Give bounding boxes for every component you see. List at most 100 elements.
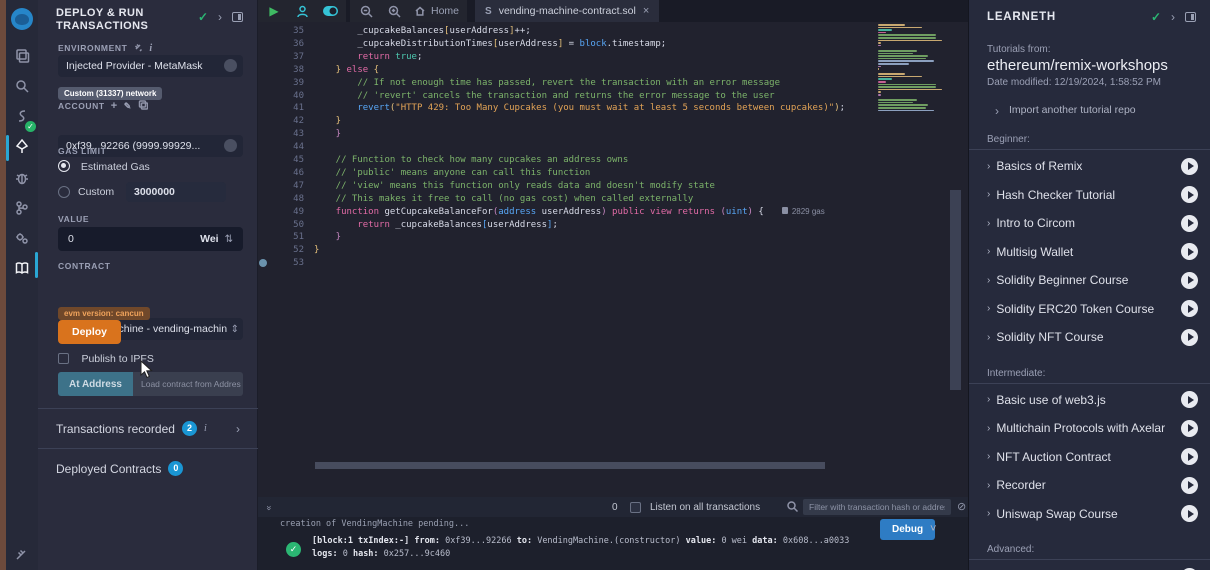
tutorial-item[interactable]: ›Solidity Beginner Course	[969, 266, 1210, 295]
copy-account-icon[interactable]	[138, 100, 148, 112]
custom-gas-radio[interactable]	[58, 186, 70, 198]
rail-plug-bottom[interactable]	[6, 542, 38, 570]
play-tutorial-icon[interactable]	[1181, 420, 1198, 437]
code-line[interactable]: }	[314, 129, 341, 139]
learneth-collapse-icon[interactable]: ›	[1171, 10, 1175, 24]
zoom-in-icon[interactable]	[386, 3, 402, 19]
line-number[interactable]: 43	[258, 129, 304, 139]
environment-select[interactable]: Injected Provider - MetaMask	[58, 55, 243, 77]
deploy-button[interactable]: Deploy	[58, 320, 121, 344]
tab-vending-machine-contract[interactable]: S vending-machine-contract.sol ×	[475, 0, 659, 22]
tutorial-item[interactable]: ›Hash Checker Tutorial	[969, 181, 1210, 210]
transactions-info-icon[interactable]: i	[204, 423, 207, 434]
panel-collapse-icon[interactable]: ›	[218, 10, 222, 24]
publish-ipfs-checkbox[interactable]	[58, 353, 69, 364]
line-number[interactable]: 46	[258, 168, 304, 178]
play-tutorial-icon[interactable]	[1181, 300, 1198, 317]
transactions-recorded-row[interactable]: Transactions recorded 2 i ›	[38, 408, 258, 448]
chevron-right-icon[interactable]: ›	[987, 218, 990, 229]
run-script-icon[interactable]: ▶	[266, 3, 282, 19]
chevron-right-icon[interactable]: ›	[987, 332, 990, 343]
line-number[interactable]: 40	[258, 91, 304, 101]
estimated-gas-radio[interactable]	[58, 160, 70, 172]
chevron-right-icon[interactable]: ›	[987, 189, 990, 200]
tutorial-item[interactable]: ›Basics of Remix	[969, 152, 1210, 181]
code-line[interactable]: }	[314, 232, 341, 242]
chevron-right-icon[interactable]: ›	[987, 508, 990, 519]
zoom-out-icon[interactable]	[358, 3, 374, 19]
play-tutorial-icon[interactable]	[1181, 215, 1198, 232]
play-tutorial-icon[interactable]	[1181, 448, 1198, 465]
sidebar-item-plugin-manager[interactable]	[6, 226, 38, 254]
code-line[interactable]: } else {	[314, 65, 379, 75]
line-number[interactable]: 39	[258, 78, 304, 88]
remix-logo-icon[interactable]	[11, 8, 33, 30]
tutorial-item[interactable]: ›Solidity NFT Course	[969, 323, 1210, 352]
chevron-right-icon[interactable]: ›	[987, 451, 990, 462]
sidebar-item-search[interactable]	[6, 74, 38, 102]
line-number[interactable]: 44	[258, 142, 304, 152]
code-line[interactable]: // 'revert' cancels the transaction and …	[314, 91, 775, 101]
chevron-right-icon[interactable]: ›	[987, 394, 990, 405]
tutorial-item[interactable]: ›All about Proxy Contracts	[969, 562, 1210, 570]
custom-gas-input[interactable]: 3000000	[126, 182, 226, 202]
tutorial-item[interactable]: ›NFT Auction Contract	[969, 443, 1210, 472]
minimap[interactable]	[878, 24, 946, 122]
line-number[interactable]: 42	[258, 116, 304, 126]
line-number[interactable]: 49	[258, 207, 304, 217]
code-line[interactable]: // If not enough time has passed, revert…	[314, 78, 780, 88]
play-tutorial-icon[interactable]	[1181, 391, 1198, 408]
chevron-right-icon[interactable]: ›	[987, 275, 990, 286]
environment-info-icon[interactable]: i	[149, 43, 152, 54]
plug-small-icon[interactable]	[133, 42, 143, 54]
code-line[interactable]: return _cupcakeBalances[userAddress];	[314, 220, 558, 230]
value-unit-updown-icon[interactable]: ⇅	[225, 234, 233, 245]
environment-options-icon[interactable]	[224, 59, 237, 72]
line-number[interactable]: 38	[258, 65, 304, 75]
assistant-icon[interactable]	[294, 3, 310, 19]
toggle-icon[interactable]	[322, 3, 338, 19]
chevron-right-icon[interactable]: ›	[987, 161, 990, 172]
play-tutorial-icon[interactable]	[1181, 329, 1198, 346]
play-tutorial-icon[interactable]	[1181, 505, 1198, 522]
chevron-right-icon[interactable]: ›	[987, 303, 990, 314]
value-input[interactable]: 0	[68, 233, 74, 245]
sidebar-item-learneth[interactable]	[6, 256, 38, 284]
edit-account-icon[interactable]: ✎	[124, 101, 132, 112]
tutorial-item[interactable]: ›Recorder	[969, 471, 1210, 500]
terminal-collapse-icon[interactable]: »	[265, 505, 275, 508]
terminal-filter-input[interactable]	[803, 499, 951, 515]
line-number[interactable]: 36	[258, 39, 304, 49]
code-line[interactable]: return true;	[314, 52, 422, 62]
line-number[interactable]: 47	[258, 181, 304, 191]
debug-button[interactable]: Debug	[880, 519, 935, 540]
sidebar-item-file-explorer[interactable]	[6, 44, 38, 72]
play-tutorial-icon[interactable]	[1181, 186, 1198, 203]
code-line[interactable]: _cupcakeBalances[userAddress]++;	[314, 26, 531, 36]
tutorial-item[interactable]: ›Solidity ERC20 Token Course	[969, 295, 1210, 324]
code-line[interactable]: revert("HTTP 429: Too Many Cupcakes (you…	[314, 103, 845, 113]
editor-horizontal-scrollbar[interactable]	[315, 462, 825, 469]
line-number[interactable]: 35	[258, 26, 304, 36]
line-number[interactable]: 48	[258, 194, 304, 204]
line-number[interactable]: 41	[258, 103, 304, 113]
tab-close-icon[interactable]: ×	[643, 5, 649, 17]
sidebar-item-git[interactable]	[6, 196, 38, 224]
code-line[interactable]: _cupcakeDistributionTimes[userAddress] =…	[314, 39, 666, 49]
tutorial-item[interactable]: ›Multisig Wallet	[969, 238, 1210, 267]
clear-console-icon[interactable]: ⊘	[957, 500, 966, 513]
code-line[interactable]: // Function to check how many cupcakes a…	[314, 155, 628, 165]
line-number[interactable]: 45	[258, 155, 304, 165]
editor-vertical-scrollbar[interactable]	[950, 190, 961, 390]
import-tutorial-repo[interactable]: › Import another tutorial repo	[969, 88, 1210, 118]
account-options-icon[interactable]	[224, 139, 237, 152]
tutorial-item[interactable]: ›Basic use of web3.js	[969, 386, 1210, 415]
chevron-right-icon[interactable]: ›	[987, 423, 990, 434]
line-number[interactable]: 37	[258, 52, 304, 62]
line-number[interactable]: 51	[258, 232, 304, 242]
code-line[interactable]: // 'public' means anyone can call this f…	[314, 168, 590, 178]
code-line[interactable]: // 'view' means this function only reads…	[314, 181, 715, 191]
play-tutorial-icon[interactable]	[1181, 272, 1198, 289]
value-unit-select[interactable]: Wei	[200, 233, 218, 245]
tx-expand-icon[interactable]: ˅	[930, 523, 936, 535]
